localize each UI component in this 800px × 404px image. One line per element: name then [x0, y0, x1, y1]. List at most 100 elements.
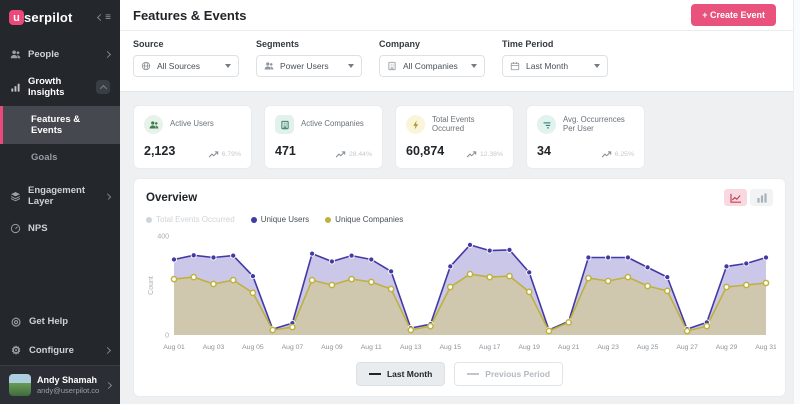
svg-text:Aug 09: Aug 09 — [321, 344, 343, 351]
chart-area[interactable]: 0400Aug 01Aug 03Aug 05Aug 07Aug 09Aug 11… — [146, 228, 773, 357]
bar-chart-toggle-button[interactable] — [750, 189, 773, 206]
help-lifebuoy-icon: ◎ — [10, 315, 22, 328]
sidebar-item-nps[interactable]: NPS — [0, 215, 120, 242]
legend-unique-users[interactable]: Unique Users — [251, 215, 309, 224]
chart-type-toggle — [724, 189, 773, 206]
stat-card-avg-occurrences: Avg. Occurrences Per User 34 6.25% — [526, 105, 645, 169]
last-month-button[interactable]: Last Month — [356, 362, 445, 386]
stat-value: 471 — [275, 144, 296, 158]
filter-time-period: Time Period Last Month — [502, 39, 608, 77]
legend-dot-icon — [251, 217, 257, 223]
period-buttons: Last Month Previous Period — [146, 362, 773, 386]
selected-value: All Companies — [403, 61, 458, 71]
avatar — [9, 374, 31, 396]
stat-label: Total Events Occurred — [432, 116, 503, 133]
filter-label: Segments — [256, 39, 362, 49]
chevron-left-icon — [97, 14, 104, 21]
create-event-button[interactable]: + Create Event — [691, 4, 776, 26]
solid-line-icon — [369, 373, 381, 375]
legend-label: Unique Users — [261, 215, 309, 224]
stat-change: 12.38% — [480, 151, 503, 158]
legend-dot-icon — [325, 217, 331, 223]
sidebar-item-label: People — [28, 49, 59, 60]
sidebar-collapse-button[interactable]: ≡ — [98, 12, 111, 23]
trend-up-icon — [208, 151, 219, 158]
trend-up-icon — [601, 151, 612, 158]
svg-text:0: 0 — [165, 333, 169, 340]
logo-u-icon: u — [9, 10, 24, 25]
stat-change: 6.25% — [615, 151, 634, 158]
stat-card-active-companies: Active Companies 471 28.44% — [264, 105, 383, 169]
sidebar-footer: ◎ Get Help ⚙ Configure Andy Shamah andy@… — [0, 307, 120, 404]
userpilot-logo[interactable]: u serpilot ≡ — [0, 0, 120, 37]
chart-legend: Total Events Occurred Unique Users Uniqu… — [146, 215, 773, 224]
globe-icon — [141, 61, 151, 71]
active-companies-icon — [275, 115, 294, 134]
legend-dot-icon — [146, 217, 152, 223]
active-users-icon — [144, 115, 163, 134]
source-select[interactable]: All Sources — [133, 55, 239, 77]
user-account-menu[interactable]: Andy Shamah andy@userpilot.co — [0, 365, 120, 404]
dashed-line-icon — [467, 373, 479, 375]
chevron-down-icon — [594, 64, 600, 68]
collapse-submenu-button[interactable] — [96, 80, 110, 94]
filter-company: Company All Companies — [379, 39, 485, 77]
logo-text: serpilot — [24, 10, 73, 25]
chevron-right-icon — [104, 347, 111, 354]
legend-unique-companies[interactable]: Unique Companies — [325, 215, 403, 224]
sidebar-nav: People Growth Insights Features & Events… — [0, 41, 120, 242]
chevron-right-icon — [105, 193, 112, 200]
overview-panel: Overview Total Events Occurred — [133, 178, 786, 397]
previous-period-button[interactable]: Previous Period — [454, 362, 563, 386]
legend-total-events[interactable]: Total Events Occurred — [146, 215, 235, 224]
svg-text:Aug 13: Aug 13 — [400, 344, 422, 351]
stat-value: 34 — [537, 144, 551, 158]
sidebar-item-features-events[interactable]: Features & Events — [0, 106, 120, 144]
sidebar-item-growth-insights[interactable]: Growth Insights — [0, 68, 120, 106]
overview-chart[interactable]: 0400Aug 01Aug 03Aug 05Aug 07Aug 09Aug 11… — [146, 228, 776, 352]
period-button-label: Last Month — [387, 369, 432, 379]
svg-text:Aug 17: Aug 17 — [479, 344, 501, 351]
sidebar-item-get-help[interactable]: ◎ Get Help — [0, 307, 120, 336]
svg-text:Aug 27: Aug 27 — [676, 344, 698, 351]
period-button-label: Previous Period — [485, 369, 550, 379]
chevron-down-icon — [225, 64, 231, 68]
hamburger-icon: ≡ — [105, 12, 111, 23]
line-chart-icon — [730, 193, 742, 203]
filter-source: Source All Sources — [133, 39, 239, 77]
sidebar-item-label: Features & Events — [31, 114, 80, 136]
chevron-down-icon — [471, 64, 477, 68]
stat-label: Active Companies — [301, 120, 364, 129]
stat-value: 2,123 — [144, 144, 175, 158]
filter-label: Time Period — [502, 39, 608, 49]
svg-text:Aug 31: Aug 31 — [755, 344, 776, 351]
svg-text:Aug 05: Aug 05 — [242, 344, 264, 351]
sidebar-item-goals[interactable]: Goals — [0, 144, 120, 171]
gear-icon: ⚙ — [10, 344, 22, 357]
chevron-up-icon — [100, 84, 107, 91]
svg-text:Count: Count — [148, 276, 155, 295]
line-chart-toggle-button[interactable] — [724, 189, 747, 206]
app-window: u serpilot ≡ People Growth Insights Feat… — [0, 0, 800, 404]
sidebar: u serpilot ≡ People Growth Insights Feat… — [0, 0, 120, 404]
main-content: Features & Events + Create Event Source … — [120, 0, 800, 404]
sidebar-item-engagement-layer[interactable]: Engagement Layer — [0, 177, 120, 215]
svg-text:Aug 23: Aug 23 — [597, 344, 619, 351]
layers-icon — [10, 191, 21, 202]
company-select[interactable]: All Companies — [379, 55, 485, 77]
legend-label: Total Events Occurred — [156, 215, 235, 224]
sidebar-item-configure[interactable]: ⚙ Configure — [0, 336, 120, 365]
scrollbar-track[interactable] — [793, 0, 800, 404]
people-icon — [10, 49, 21, 60]
building-icon — [387, 61, 397, 71]
segments-select[interactable]: Power Users — [256, 55, 362, 77]
user-email: andy@userpilot.co — [37, 386, 99, 395]
chevron-right-icon — [104, 51, 111, 58]
filter-segments: Segments Power Users — [256, 39, 362, 77]
stat-change: 28.44% — [349, 151, 372, 158]
time-period-select[interactable]: Last Month — [502, 55, 608, 77]
avg-occurrences-icon — [537, 115, 556, 134]
svg-text:Aug 19: Aug 19 — [518, 344, 540, 351]
sidebar-item-people[interactable]: People — [0, 41, 120, 68]
svg-text:Aug 07: Aug 07 — [282, 344, 304, 351]
